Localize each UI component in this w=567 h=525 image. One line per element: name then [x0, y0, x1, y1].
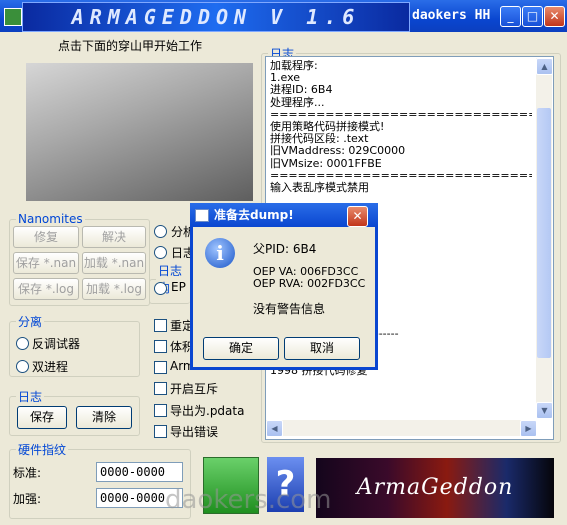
export-pdata-checkbox[interactable]: [154, 404, 167, 417]
dual-process-radio[interactable]: [16, 360, 29, 373]
separation-legend: 分离: [18, 315, 43, 329]
scroll-thumb[interactable]: [537, 108, 551, 358]
arm-checkbox[interactable]: [154, 361, 167, 374]
standard-fingerprint-field[interactable]: 0000-0000: [96, 462, 183, 482]
armageddon-logo: ArmaGeddon: [316, 458, 554, 518]
dialog-title: 准备去dump!: [214, 208, 294, 222]
ep-label: EP: [171, 280, 186, 294]
dialog-cancel-button[interactable]: 取消: [284, 337, 360, 360]
dialog-close-button[interactable]: ✕: [347, 206, 368, 227]
size-checkbox[interactable]: [154, 340, 167, 353]
mutex-checkbox[interactable]: [154, 382, 167, 395]
armadillo-image[interactable]: [26, 63, 253, 201]
dialog-pid: 父PID: 6B4: [253, 242, 317, 256]
window-title: daokers HH: [412, 8, 491, 23]
scroll-up-icon[interactable]: ▲: [536, 58, 553, 75]
load-nan-button[interactable]: 加载 *.nan: [82, 252, 146, 274]
watermark: daokers.com: [165, 485, 332, 515]
standard-label: 标准:: [13, 466, 42, 480]
armadillo-caption: 点击下面的穿山甲开始工作: [58, 39, 203, 53]
dialog-window-icon: [195, 209, 209, 222]
close-button[interactable]: ✕: [544, 6, 565, 27]
log-group-legend: 日志: [18, 390, 43, 404]
enhanced-label: 加强:: [13, 492, 42, 506]
maximize-button[interactable]: □: [522, 6, 543, 27]
minimize-button[interactable]: _: [500, 6, 521, 27]
export-pdata-label: 导出为.pdata: [170, 404, 245, 418]
load-log-button[interactable]: 加载 *.log: [82, 278, 146, 300]
save-nan-button[interactable]: 保存 *.nan: [13, 252, 79, 274]
horizontal-scrollbar[interactable]: ◀ ▶: [266, 420, 537, 437]
log-radio[interactable]: [154, 246, 167, 259]
export-errors-label: 导出错误: [170, 425, 219, 439]
mutex-label: 开启互斥: [170, 382, 219, 396]
ep-radio[interactable]: [154, 282, 167, 295]
log-clear-button[interactable]: 清除: [76, 406, 132, 429]
nanomites-solve-button[interactable]: 解决: [82, 226, 146, 248]
info-icon: i: [205, 238, 235, 268]
dialog-ok-button[interactable]: 确定: [203, 337, 279, 360]
relocate-checkbox[interactable]: [154, 319, 167, 332]
hardware-legend: 硬件指纹: [18, 443, 67, 457]
nanomites-fix-button[interactable]: 修复: [13, 226, 79, 248]
app-icon[interactable]: [4, 8, 22, 26]
nanomites-legend: Nanomites: [18, 212, 83, 226]
anti-debugger-radio[interactable]: [16, 337, 29, 350]
anti-debugger-label: 反调试器: [32, 337, 81, 351]
dual-process-label: 双进程: [32, 360, 69, 374]
log-save-button[interactable]: 保存: [17, 406, 67, 429]
dialog-oep-rva: OEP RVA: 002FD3CC: [253, 277, 366, 290]
banner-title: ARMAGEDDON V 1.6: [22, 2, 410, 32]
analyze-radio[interactable]: [154, 225, 167, 238]
vertical-scrollbar[interactable]: ▲ ▼: [536, 58, 553, 419]
scroll-down-icon[interactable]: ▼: [536, 402, 553, 419]
export-errors-checkbox[interactable]: [154, 425, 167, 438]
scroll-left-icon[interactable]: ◀: [266, 420, 283, 437]
dialog-warning: 没有警告信息: [253, 302, 326, 316]
save-log-button[interactable]: 保存 *.log: [13, 278, 79, 300]
scroll-right-icon[interactable]: ▶: [520, 420, 537, 437]
